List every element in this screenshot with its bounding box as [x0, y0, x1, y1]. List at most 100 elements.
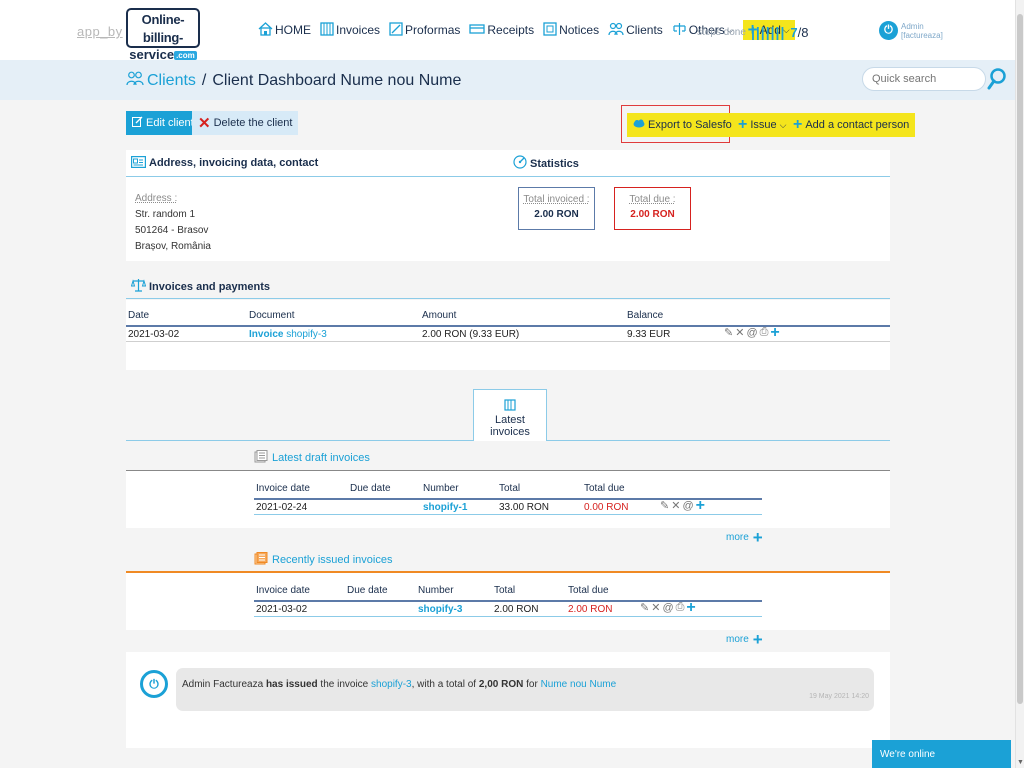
breadcrumb-clients-link[interactable]: Clients — [126, 71, 196, 91]
invoice-number-link[interactable]: shopify-1 — [423, 502, 467, 513]
delete-client-button[interactable]: ✕ Delete the client — [192, 111, 299, 135]
power-icon: ⏻ — [879, 21, 898, 40]
column-header: Due date — [347, 585, 388, 596]
nav-notices-label: Notices — [559, 23, 600, 37]
activity-for: for — [526, 679, 538, 690]
activity-client-link[interactable]: Nume nou Nume — [541, 679, 617, 690]
proformas-icon — [389, 21, 403, 39]
email-icon[interactable]: @ — [662, 602, 673, 614]
nav-clients[interactable]: Clients — [608, 22, 663, 39]
activity-bubble: Admin Factureaza has issued the invoice … — [176, 668, 874, 711]
invoice-number-link[interactable]: shopify-3 — [418, 604, 462, 615]
admin-company: [factureaza] — [901, 30, 943, 40]
more-label: more — [726, 532, 749, 543]
nav-receipts[interactable]: Receipts — [469, 22, 534, 39]
nav-home[interactable]: HOME — [258, 21, 311, 39]
id-card-icon — [131, 155, 147, 171]
cell-document[interactable]: Invoice shopify-3 — [249, 329, 327, 340]
logo[interactable]: Online-billing- service .com — [126, 8, 200, 62]
activity-mid: the invoice — [320, 679, 369, 690]
nav-proformas[interactable]: Proformas — [389, 21, 461, 39]
scales-icon — [130, 278, 147, 295]
app-by-link[interactable]: app_by — [77, 24, 123, 39]
draft-invoices-title: Latest draft invoices — [272, 452, 370, 464]
receipts-icon — [469, 22, 486, 39]
more-drafts-link[interactable]: more + — [726, 529, 763, 546]
tab-latest-invoices[interactable]: Latest invoices — [473, 389, 547, 441]
edit-icon[interactable]: ✎ — [640, 601, 649, 614]
admin-account[interactable]: ⏻ Admin [factureaza] — [879, 21, 943, 40]
steps-current: 7 — [790, 24, 798, 40]
activity-amount: 2,00 RON — [478, 679, 524, 690]
breadcrumb: Clients / Client Dashboard Nume nou Nume — [126, 71, 461, 91]
table-row: 2021-03-02 shopify-3 2.00 RON 2.00 RON ✎… — [254, 599, 762, 617]
plus-icon: + — [793, 116, 803, 133]
activity-invoice-link[interactable]: shopify-3 — [371, 679, 412, 690]
nav-proformas-label: Proformas — [405, 23, 461, 37]
quick-search-input[interactable] — [862, 67, 986, 91]
steps-total: /8 — [797, 24, 809, 40]
print-icon[interactable]: ⎙ — [676, 601, 685, 614]
add-contact-person-button[interactable]: + Add a contact person — [787, 113, 916, 137]
logo-line-1: Online-billing- — [141, 12, 185, 45]
column-header: Total due — [568, 585, 609, 596]
scroll-down-arrow[interactable]: ▼ — [1017, 759, 1024, 766]
email-icon[interactable]: @ — [682, 500, 693, 512]
invoice-type-link[interactable]: Invoice — [249, 329, 283, 340]
invoices-icon — [474, 399, 546, 414]
divider — [126, 470, 890, 471]
total-due-label: Total due : — [629, 194, 676, 205]
edit-icon[interactable]: ✎ — [724, 326, 733, 339]
edit-icon[interactable]: ✎ — [660, 499, 669, 512]
column-header: Document — [249, 310, 295, 321]
plus-icon: + — [752, 629, 763, 649]
search-icon[interactable] — [987, 67, 1007, 91]
table-row: 2021-02-24 shopify-1 33.00 RON 0.00 RON … — [254, 497, 762, 515]
divider — [126, 571, 890, 573]
address-section-heading: Address, invoicing data, contact — [131, 155, 318, 171]
statistics-title: Statistics — [530, 157, 579, 170]
draft-invoices-heading: Latest draft invoices — [254, 450, 370, 466]
email-icon[interactable]: @ — [746, 327, 757, 339]
cell-invoice-date: 2021-02-24 — [256, 502, 308, 513]
nav-invoices[interactable]: Invoices — [320, 21, 380, 39]
column-header: Total due — [584, 483, 625, 494]
column-header: Due date — [350, 483, 391, 494]
logo-com-badge: .com — [174, 50, 197, 60]
activity-timestamp: 19 May 2021 14:20 — [809, 693, 869, 700]
tab-latest-invoices-label: Latest invoices — [490, 414, 530, 438]
steps-progress[interactable]: steps done ||||||| 7/8 — [697, 24, 808, 40]
issued-invoices-title: Recently issued invoices — [272, 554, 393, 566]
cell-total-due: 0.00 RON — [584, 502, 629, 513]
chat-status-label: We're online — [880, 749, 936, 760]
cell-amount: 2.00 RON (9.33 EUR) — [422, 329, 520, 340]
issue-menu-button[interactable]: + Issue ⌵ — [732, 113, 793, 137]
plus-icon[interactable]: + — [770, 324, 779, 340]
avatar: ⏻ — [140, 670, 168, 698]
close-icon[interactable]: ✕ — [735, 326, 744, 339]
statistics-heading: Statistics — [513, 155, 579, 172]
plus-icon[interactable]: + — [696, 497, 705, 513]
live-chat-widget[interactable]: We're online — [872, 740, 1011, 768]
edit-client-label: Edit client — [146, 117, 194, 129]
edit-client-button[interactable]: Edit client — [126, 111, 200, 135]
invoice-number-link[interactable]: shopify-3 — [286, 329, 327, 340]
steps-count: 7/8 — [790, 25, 808, 40]
print-icon[interactable]: ⎙ — [760, 326, 769, 339]
plus-icon[interactable]: + — [686, 599, 695, 615]
steps-label: steps done — [697, 26, 746, 38]
activity-actor: Admin Factureaza — [182, 679, 264, 690]
vertical-scrollbar[interactable]: ▼ — [1015, 0, 1024, 768]
address-label: Address : — [135, 193, 178, 204]
nav-home-label: HOME — [275, 23, 311, 37]
breadcrumb-bar: Clients / Client Dashboard Nume nou Nume — [0, 60, 1015, 100]
column-header: Amount — [422, 310, 457, 321]
table-row: 2021-03-02 Invoice shopify-3 2.00 RON (9… — [126, 324, 890, 342]
activity-action: has issued — [265, 679, 318, 690]
close-icon[interactable]: ✕ — [651, 601, 660, 614]
scrollbar-thumb[interactable] — [1017, 14, 1023, 704]
more-issued-link[interactable]: more + — [726, 629, 763, 649]
top-navigation-bar: app_by Online-billing- service .com HOME … — [0, 0, 1015, 62]
close-icon[interactable]: ✕ — [671, 499, 680, 512]
nav-notices[interactable]: Notices — [543, 21, 600, 39]
